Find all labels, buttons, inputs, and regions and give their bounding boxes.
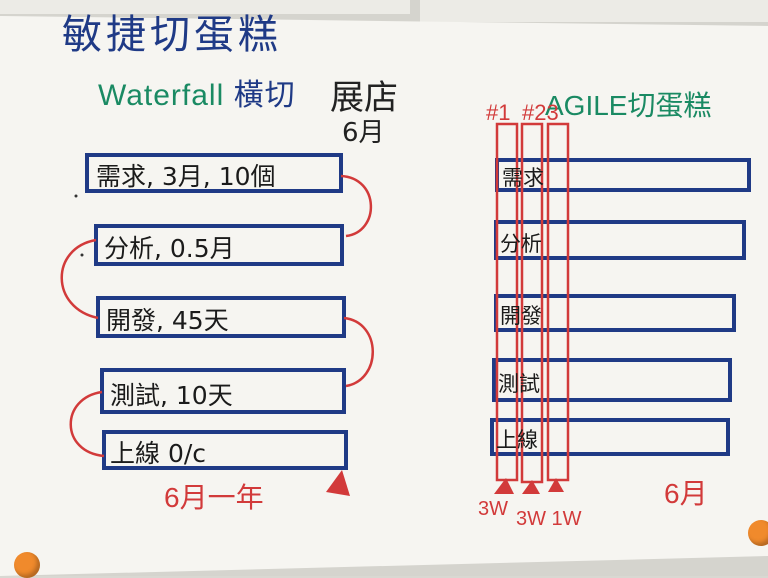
paper-top-strip-right	[420, 0, 768, 22]
marker-dot	[74, 194, 78, 198]
waterfall-label: Waterfall	[98, 79, 225, 112]
agile-month: 6月	[664, 478, 708, 509]
board-title: 敏捷切蛋糕	[62, 12, 282, 58]
sprint-length-b: 3W 1W	[516, 508, 582, 530]
month-note: 6月	[342, 118, 385, 148]
ag-label-3: 開發	[500, 304, 542, 328]
waterfall-subtitle: Waterfall 橫切	[98, 70, 296, 114]
pushpin	[748, 520, 768, 546]
wf-label-5: 上線 0/c	[110, 439, 207, 468]
horizontal-cut-label: 橫切	[224, 79, 296, 112]
pushpin	[14, 552, 40, 578]
iteration-1-label: #1	[486, 100, 511, 125]
ag-label-1: 需求	[502, 166, 544, 190]
wf-label-3: 開發, 45天	[106, 306, 229, 335]
ag-label-2: 分析	[500, 232, 542, 256]
wf-label-2: 分析, 0.5月	[104, 234, 235, 263]
marker-dot	[80, 253, 84, 257]
sprint-length-a: 3W	[478, 498, 508, 520]
agile-subtitle: AGILE切蛋糕	[545, 90, 712, 121]
iteration-23-label: #23	[522, 100, 559, 125]
wf-label-1: 需求, 3月, 10個	[96, 162, 276, 191]
waterfall-duration: 6月一年	[164, 482, 264, 513]
ag-label-5: 上線	[496, 428, 538, 452]
ag-label-4: 測試	[498, 372, 540, 396]
wf-label-4: 測試, 10天	[110, 381, 233, 410]
